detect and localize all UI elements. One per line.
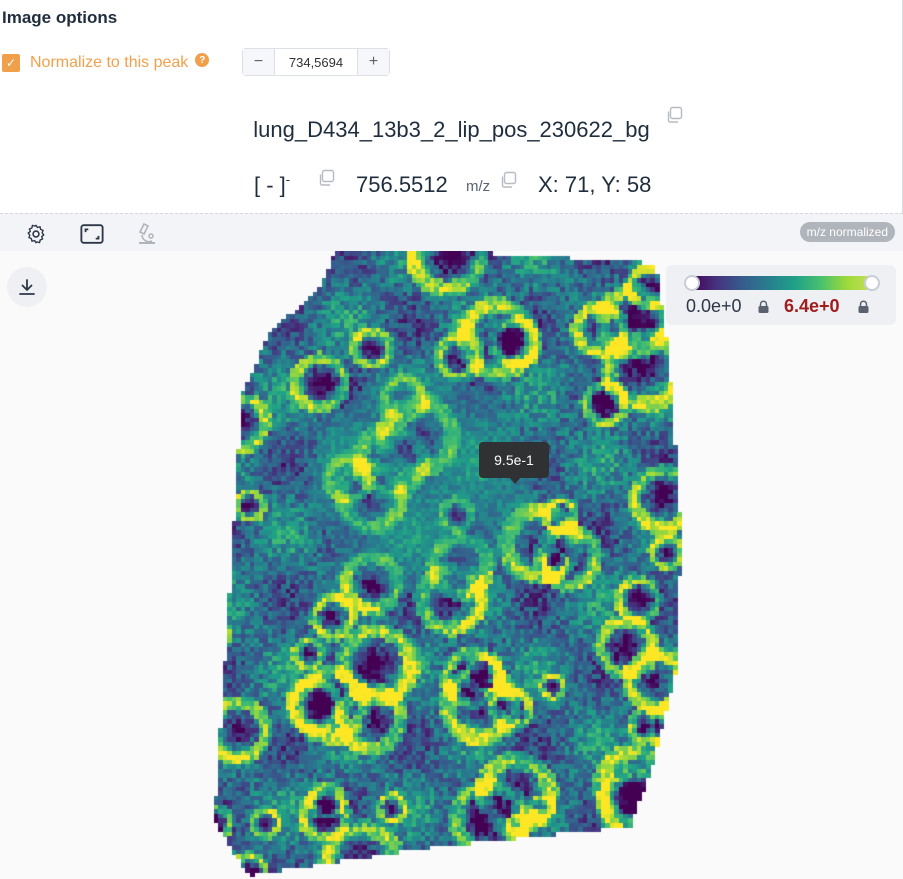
lock-icon[interactable] xyxy=(857,300,870,314)
pixel-value-tooltip: 9.5e-1 xyxy=(479,442,549,478)
download-button[interactable] xyxy=(7,267,47,307)
colorbar-max-value[interactable]: 6.4e+0 xyxy=(784,296,840,317)
ion-formula: [ - ]- xyxy=(254,172,291,198)
ion-image[interactable] xyxy=(0,251,903,879)
download-icon xyxy=(19,279,35,295)
copy-formula-icon[interactable] xyxy=(317,169,335,187)
gear-icon[interactable] xyxy=(24,222,48,246)
microscope-icon[interactable] xyxy=(135,222,159,246)
pixel-coordinates: X: 71, Y: 58 xyxy=(538,172,652,197)
normalized-badge: m/z normalized xyxy=(799,222,895,242)
tooltip-arrow xyxy=(509,477,521,484)
decrement-button[interactable]: − xyxy=(243,49,275,75)
help-icon[interactable]: ? xyxy=(195,53,210,67)
copy-icon[interactable] xyxy=(665,106,683,124)
dataset-name-text: lung_D434_13b3_2_lip_pos_230622_bg xyxy=(253,117,650,142)
mz-unit: m/z xyxy=(466,178,491,195)
colorbar: 0.0e+0 6.4e+0 xyxy=(666,265,896,325)
ion-charge: - xyxy=(285,172,291,187)
peak-stepper[interactable]: − 734,5694 + xyxy=(242,48,390,76)
section-title: Image options xyxy=(2,8,118,27)
colorbar-min-handle[interactable] xyxy=(684,275,700,291)
increment-button[interactable]: + xyxy=(357,49,389,75)
dataset-name: lung_D434_13b3_2_lip_pos_230622_bg xyxy=(0,117,903,143)
colorbar-min-value[interactable]: 0.0e+0 xyxy=(686,296,742,317)
normalize-label[interactable]: Normalize to this peak xyxy=(30,54,188,72)
normalize-option[interactable]: ✓ Normalize to this peak ? xyxy=(2,49,210,77)
normalize-checkbox[interactable]: ✓ xyxy=(2,54,20,72)
lock-icon[interactable] xyxy=(757,300,770,314)
colorbar-gradient[interactable] xyxy=(684,275,880,291)
colorbar-max-handle[interactable] xyxy=(864,275,880,291)
ion-info-row: [ - ]- 756.5512 m/z X: 71, Y: 58 xyxy=(0,170,903,202)
fit-screen-icon[interactable] xyxy=(80,222,104,246)
copy-mz-icon[interactable] xyxy=(499,171,517,189)
viewer-toolbar: m/z normalized xyxy=(0,213,903,252)
mz-value: 756.5512 xyxy=(356,172,448,197)
peak-value-input[interactable]: 734,5694 xyxy=(275,49,357,75)
